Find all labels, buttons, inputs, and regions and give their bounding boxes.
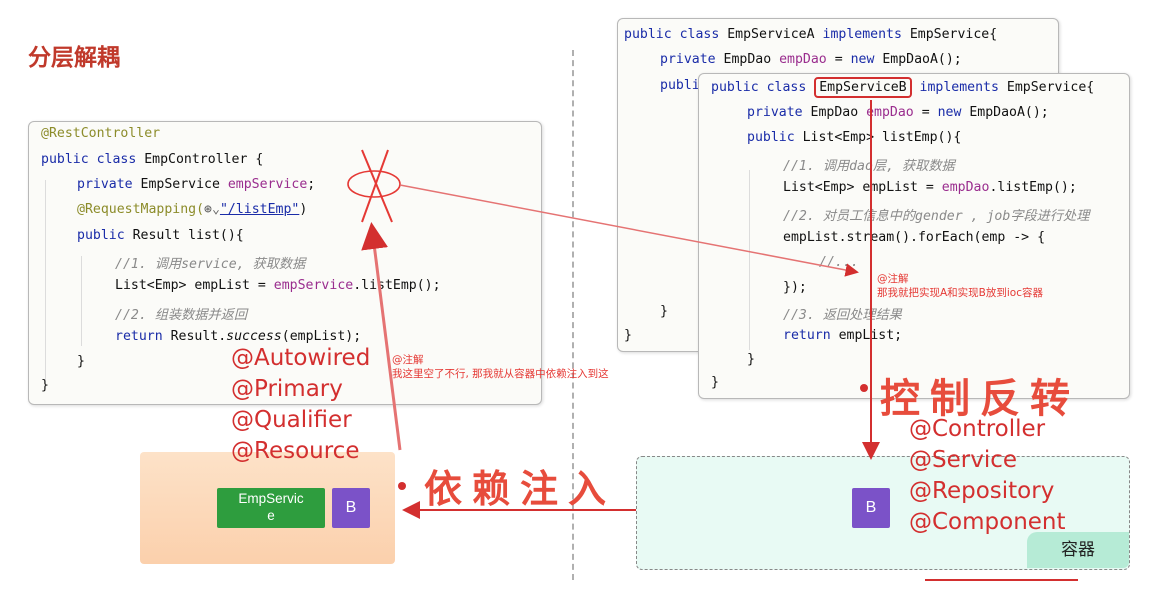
- link-line: [399, 184, 859, 277]
- inject-arrow: [361, 222, 402, 451]
- circle-mark: [347, 170, 401, 198]
- arrows-overlay: [347, 100, 1078, 581]
